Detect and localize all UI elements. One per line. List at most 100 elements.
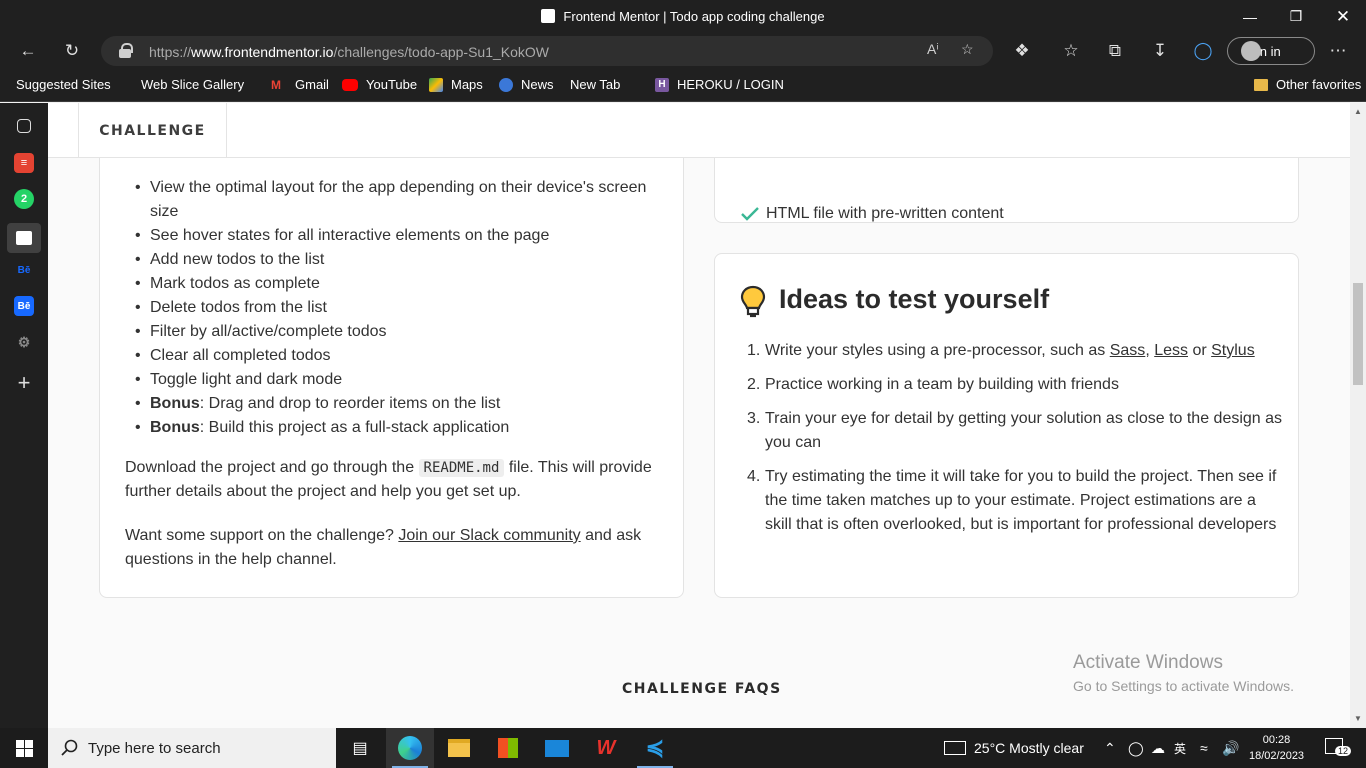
favorite-news[interactable]: News <box>499 77 554 92</box>
tab-actions-icon[interactable] <box>17 119 31 133</box>
todoist-icon[interactable]: ≡ <box>14 153 34 173</box>
check-icon <box>741 207 759 221</box>
tab-favicon-icon <box>541 9 556 23</box>
other-favorites[interactable]: Other favorites <box>1254 77 1361 92</box>
heroku-icon: H <box>655 77 669 92</box>
lock-icon[interactable] <box>119 43 133 58</box>
ideas-list: 1. Write your styles using a pre-processo… <box>747 339 1285 547</box>
sass-link[interactable]: Sass <box>1110 342 1146 359</box>
vscode-icon[interactable]: ≼ <box>631 728 679 768</box>
wps-office-icon[interactable]: W <box>582 728 630 768</box>
sidebar-app-icon[interactable]: ⚙ <box>14 332 34 352</box>
watermark-line-2: Go to Settings to activate Windows. <box>1073 678 1294 694</box>
windows-icon <box>15 739 33 757</box>
collections-icon[interactable]: ⧉ <box>1101 39 1129 63</box>
list-item: Bonus: Drag and drop to reorder items on… <box>135 392 670 416</box>
more-menu-icon[interactable]: ⋯ <box>1324 39 1352 63</box>
address-bar[interactable]: https://www.frontendmentor.io/challenges… <box>101 36 993 66</box>
scroll-down-arrow-icon[interactable]: ▼ <box>1354 714 1362 723</box>
edge-bar-icon[interactable]: ◯ <box>1189 39 1217 63</box>
favorite-maps[interactable]: Maps <box>429 77 483 92</box>
add-sidebar-app-icon[interactable]: + <box>14 370 34 395</box>
list-item: Add new todos to the list <box>135 248 670 272</box>
back-button[interactable]: ← <box>14 39 42 63</box>
favorite-new-tab[interactable]: New Tab <box>570 77 629 194</box>
web-page: View the optimal layout for the app depe… <box>48 103 1350 728</box>
favorite-web-slice-gallery[interactable]: Web Slice Gallery <box>141 77 244 194</box>
favorite-youtube[interactable]: YouTube <box>342 77 417 92</box>
search-placeholder: Type here to search <box>88 740 221 757</box>
lightbulb-icon <box>740 285 766 318</box>
edge-taskbar-icon[interactable] <box>386 728 434 768</box>
search-icon <box>61 739 78 756</box>
behance-icon[interactable]: Bē <box>14 260 34 280</box>
read-aloud-icon[interactable]: Aⁱ <box>927 41 939 58</box>
ideas-title: Ideas to test yourself <box>779 284 1050 314</box>
brief-card: View the optimal layout for the app depe… <box>99 143 684 598</box>
list-item: 2. Practice working in a team by building… <box>747 376 1119 393</box>
browser-toolbar: ← ↻ https://www.frontendmentor.io/challe… <box>0 33 1366 69</box>
sign-in-button[interactable]: Sign in <box>1227 37 1315 65</box>
list-item: Clear all completed todos <box>135 344 670 368</box>
ideas-card: Ideas to test yourself 1. Write your styl… <box>714 253 1299 598</box>
refresh-button[interactable]: ↻ <box>58 39 86 63</box>
favorite-suggested-sites[interactable]: Suggested Sites <box>16 77 111 194</box>
start-button[interactable] <box>0 728 48 768</box>
notification-count-badge: 12 <box>1335 746 1352 756</box>
notification-center-icon[interactable]: 12 <box>1325 738 1352 757</box>
less-link[interactable]: Less <box>1154 342 1188 359</box>
list-item: View the optimal layout for the app depe… <box>135 176 670 224</box>
favorite-gmail[interactable]: M Gmail <box>271 77 329 92</box>
restore-button[interactable]: ❐ <box>1273 0 1319 33</box>
readme-code: README.md <box>418 459 505 477</box>
support-paragraph: Want some support on the challenge? Join… <box>125 527 642 568</box>
ime-indicator[interactable]: 英 <box>1174 740 1186 757</box>
minimize-button[interactable]: — <box>1227 0 1273 33</box>
page-scrollbar[interactable]: ▲ ▼ <box>1350 103 1366 728</box>
maps-icon <box>429 77 443 92</box>
close-window-button[interactable]: ✕ <box>1320 0 1366 33</box>
starter-item: HTML file with pre-written content <box>740 205 1004 223</box>
list-item: Filter by all/active/complete todos <box>135 320 670 344</box>
scroll-thumb[interactable] <box>1353 283 1363 385</box>
favorites-icon[interactable]: ☆ <box>1057 39 1085 63</box>
behance-icon-2[interactable]: Bē <box>14 296 34 316</box>
favorites-bar: Suggested Sites Web Slice Gallery M Gmail… <box>0 69 1366 194</box>
list-item: Bonus: Build this project as a full-stac… <box>135 416 670 440</box>
downloads-icon[interactable]: ↧ <box>1146 39 1174 63</box>
show-hidden-icons-icon[interactable]: ⌃ <box>1104 740 1116 757</box>
url-text[interactable]: https://www.frontendmentor.io/challenges… <box>149 44 549 60</box>
wifi-icon[interactable]: ≈ <box>1200 740 1208 756</box>
window-title-bar: Frontend Mentor | Todo app coding challe… <box>0 0 1366 33</box>
list-item: 4. Try estimating the time it will take f… <box>747 468 1277 533</box>
window-title: Frontend Mentor | Todo app coding challe… <box>0 9 1366 24</box>
faq-title: CHALLENGE FAQS <box>622 681 782 697</box>
add-favorite-icon[interactable]: ☆ <box>961 41 974 58</box>
mail-icon[interactable] <box>533 728 581 768</box>
window-title-text: Frontend Mentor | Todo app coding challe… <box>563 9 825 24</box>
network-error-icon[interactable]: ☁ <box>1151 740 1165 757</box>
gmail-icon: M <box>271 77 281 92</box>
taskbar-search[interactable]: Type here to search <box>48 728 336 768</box>
extensions-icon[interactable]: ❖ <box>1008 39 1036 63</box>
slack-community-link[interactable]: Join our Slack community <box>398 527 580 544</box>
features-list: View the optimal layout for the app depe… <box>135 176 670 440</box>
list-item: Mark todos as complete <box>135 272 670 296</box>
scroll-up-arrow-icon[interactable]: ▲ <box>1354 107 1362 116</box>
whatsapp-icon[interactable]: 2 <box>14 189 34 209</box>
favorite-heroku[interactable]: H HEROKU / LOGIN <box>655 77 784 92</box>
task-view-icon[interactable]: ▤ <box>336 728 384 768</box>
list-item: See hover states for all interactive ele… <box>135 224 670 248</box>
meet-now-icon[interactable]: ◯ <box>1128 740 1144 757</box>
clock-date: 18/02/2023 <box>1249 750 1305 762</box>
clock[interactable]: 00:28 18/02/2023 <box>1249 732 1304 764</box>
stylus-link[interactable]: Stylus <box>1211 342 1255 359</box>
weather-widget[interactable]: 25°C Mostly clear <box>944 740 1084 756</box>
tab-challenge[interactable]: CHALLENGE <box>78 103 227 158</box>
folder-icon <box>1254 78 1268 91</box>
volume-icon[interactable]: 🔊 <box>1222 740 1239 757</box>
file-explorer-icon[interactable] <box>435 728 483 768</box>
store-icon[interactable] <box>484 728 532 768</box>
news-icon <box>499 77 513 92</box>
active-sidebar-app[interactable] <box>7 223 41 253</box>
